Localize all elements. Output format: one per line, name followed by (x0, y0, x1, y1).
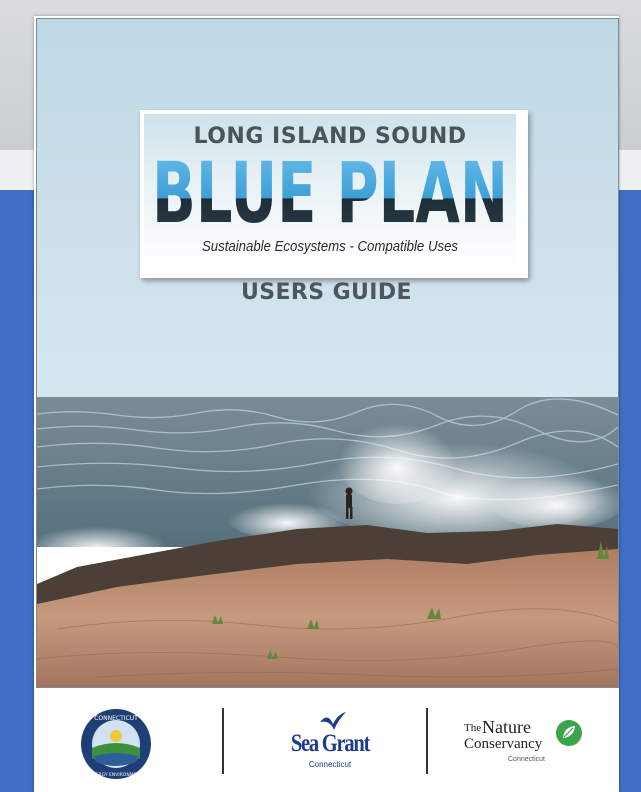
ct-seal-top-text: CONNECTICUT (94, 715, 138, 722)
sea-grant-logo: Sea Grant Connecticut (280, 710, 380, 780)
title-card-background: LONG ISLAND SOUND BLUE PLAN Sustainable … (144, 114, 516, 266)
blue-plan-title: BLUE PLAN (152, 150, 508, 230)
footer-divider-1 (222, 708, 224, 774)
sea-grant-name: Sea Grant (290, 730, 371, 757)
partner-logos-footer: CONNECTICUT ENERGY ENVIRONMENT Sea Grant… (34, 700, 619, 792)
title-card: LONG ISLAND SOUND BLUE PLAN Sustainable … (140, 110, 528, 278)
nature-conservancy-logo: The Nature Conservancy Connecticut (458, 716, 588, 776)
tnc-the: The (464, 722, 482, 734)
background-band-right (619, 150, 641, 190)
ct-deep-logo: CONNECTICUT ENERGY ENVIRONMENT (80, 708, 152, 780)
tnc-leaf-icon (556, 720, 582, 746)
tnc-sub: Connecticut (508, 756, 545, 763)
ct-seal-bottom-text: ENERGY ENVIRONMENT (89, 772, 142, 778)
footer-divider-2 (426, 708, 428, 774)
tnc-nature: Nature (482, 717, 531, 737)
sea-grant-sub: Connecticut (308, 760, 352, 769)
background-right-panel (619, 190, 641, 792)
tnc-conservancy: Conservancy (464, 736, 543, 752)
kicker-title: LONG ISLAND SOUND (193, 124, 467, 149)
background-left-panel (0, 190, 34, 792)
background-band-left (0, 150, 34, 190)
blue-plan-title-graphic: BLUE PLAN (152, 150, 508, 230)
sea-grant-bird-icon (320, 712, 346, 730)
document-cover: LONG ISLAND SOUND BLUE PLAN Sustainable … (34, 16, 619, 792)
ct-deep-seal-icon: CONNECTICUT ENERGY ENVIRONMENT (81, 709, 151, 779)
tagline: Sustainable Ecosystems - Compatible Uses (201, 238, 459, 255)
users-guide-subtitle: USERS GUIDE (241, 280, 412, 305)
